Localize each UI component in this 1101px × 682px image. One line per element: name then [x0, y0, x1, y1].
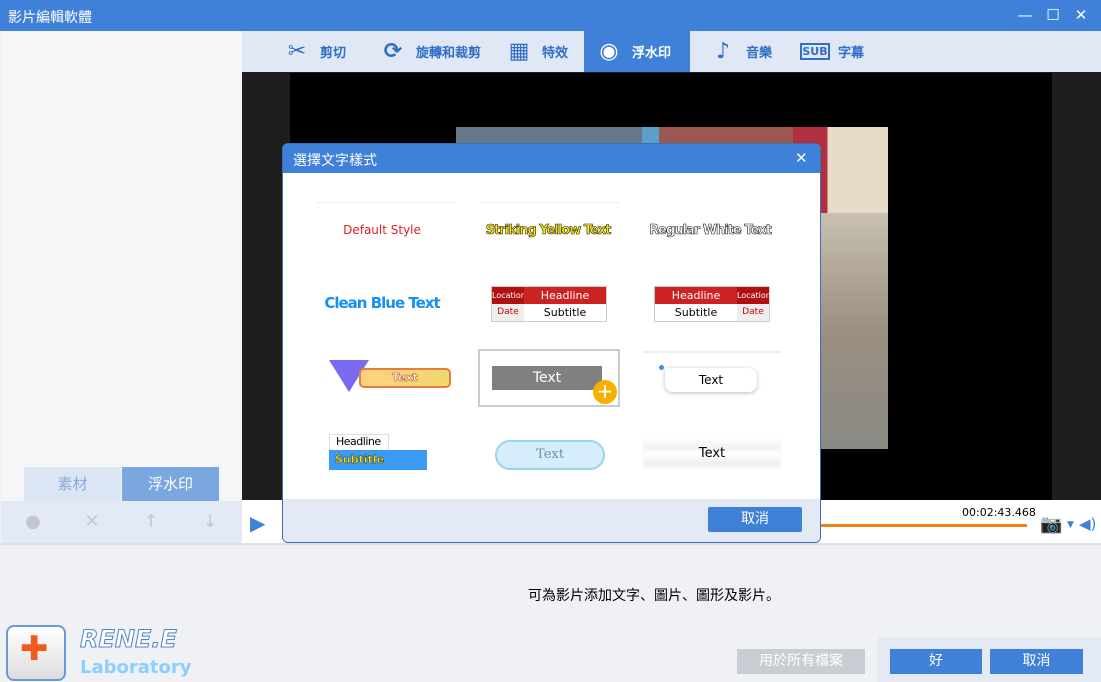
tab-music[interactable]: ♪ 音樂: [698, 31, 782, 72]
dialog-cancel-button[interactable]: 取消: [708, 507, 802, 532]
scissors-icon: ✂: [287, 39, 307, 64]
style-label: Clean Blue Text: [324, 294, 440, 312]
watermark-icon: ◉: [599, 39, 619, 64]
style-news-left[interactable]: Location Headline Date Subtitle: [491, 286, 607, 322]
tab-watermark[interactable]: ◉ 浮水印: [584, 31, 690, 72]
logo-icon: ✚: [6, 625, 66, 681]
subtitle-label: Subtitle: [543, 306, 587, 319]
style-lower-third[interactable]: Headline Subtitle: [329, 434, 427, 470]
text-style-dialog: 選擇文字樣式 ✕ Default Style Striking Yellow T…: [282, 143, 821, 543]
bottom-panel: 可為影片添加文字、圖片、圖形及影片。 ✚ RENE.E Laboratory 用…: [0, 543, 1101, 682]
rotate-crop-icon: ⟳: [383, 39, 403, 64]
date-label: Date: [737, 304, 769, 321]
tab-watermark[interactable]: 浮水印: [122, 467, 219, 501]
tab-label: 特效: [542, 46, 569, 61]
time-display: 00:02:43.468: [962, 506, 1036, 519]
subtitle-label: Subtitle: [674, 306, 718, 319]
tab-effects[interactable]: ▦ 特效: [494, 31, 578, 72]
style-brush[interactable]: Text: [643, 438, 781, 470]
style-label: Text: [492, 366, 602, 390]
tab-label: 剪切: [320, 46, 347, 61]
chevron-down-icon[interactable]: ▼: [1067, 520, 1074, 530]
ok-button[interactable]: 好: [890, 649, 982, 674]
move-up-icon[interactable]: ↑: [139, 511, 163, 532]
location-label: Location: [737, 287, 771, 304]
dialog-header: 選擇文字樣式 ✕: [283, 144, 820, 173]
left-panel: 素材 浮水印 ● ✕ ↑ ↓: [1, 31, 242, 543]
volume-icon[interactable]: ◀): [1079, 515, 1096, 533]
style-regular-white[interactable]: Regular White Text: [640, 205, 780, 255]
title-bar: 影片編輯軟體 — ☐ ✕: [0, 0, 1101, 31]
location-label: Location: [492, 287, 526, 304]
tab-subtitle[interactable]: SUB 字幕: [790, 31, 874, 72]
music-note-icon: ♪: [715, 39, 731, 64]
style-bone[interactable]: Text: [495, 440, 605, 470]
tab-cut[interactable]: ✂ 剪切: [272, 31, 356, 72]
style-clean-blue[interactable]: Clean Blue Text: [312, 278, 452, 328]
effects-icon: ▦: [508, 39, 530, 64]
headline-label: Headline: [329, 434, 389, 450]
divider: [317, 202, 455, 203]
style-label: Default Style: [343, 223, 421, 237]
dot-icon: [659, 365, 664, 370]
tab-label: 旋轉和裁剪: [416, 46, 482, 61]
dialog-close-icon[interactable]: ✕: [795, 149, 808, 167]
camera-icon[interactable]: 📷: [1040, 514, 1062, 535]
style-banner[interactable]: Text: [329, 360, 453, 392]
divider: [481, 202, 619, 203]
style-default[interactable]: Default Style: [312, 205, 452, 255]
headline-label: Headline: [655, 287, 737, 304]
tab-materials[interactable]: 素材: [24, 467, 121, 501]
plus-cross-icon: ✚: [20, 629, 49, 669]
logo-sub: Laboratory: [80, 657, 192, 678]
delete-icon[interactable]: ✕: [80, 511, 104, 532]
apply-all-button[interactable]: 用於所有檔案: [737, 649, 865, 674]
subtitle-label: Subtitle: [329, 450, 427, 470]
minimize-button[interactable]: —: [1013, 4, 1037, 26]
style-label: Regular White Text: [649, 222, 772, 238]
style-bubble[interactable]: Text: [665, 368, 757, 392]
logo-name: RENE.E: [80, 625, 178, 654]
play-icon[interactable]: ▶: [250, 511, 265, 535]
progress-bar[interactable]: [817, 524, 1027, 527]
top-toolbar: ✂ 剪切 ⟳ 旋轉和裁剪 ▦ 特效 ◉ 浮水印 ♪ 音樂 SUB 字幕: [242, 31, 1101, 72]
hint-text: 可為影片添加文字、圖片、圖形及影片。: [528, 588, 780, 604]
window-title: 影片編輯軟體: [8, 10, 92, 26]
cancel-button[interactable]: 取消: [990, 649, 1083, 674]
move-down-icon[interactable]: ↓: [198, 511, 222, 532]
divider: [643, 351, 781, 353]
add-icon[interactable]: +: [593, 380, 617, 404]
tab-label: 浮水印: [632, 46, 672, 61]
dialog-footer: 取消: [283, 499, 820, 542]
date-label: Date: [492, 304, 524, 321]
style-label: Text: [359, 368, 451, 388]
tab-label: 音樂: [746, 46, 773, 61]
style-striking-yellow[interactable]: Striking Yellow Text: [478, 205, 618, 255]
headline-label: Headline: [524, 287, 606, 304]
tab-rotate-crop[interactable]: ⟳ 旋轉和裁剪: [368, 31, 491, 72]
style-gray-box-selected[interactable]: Text +: [478, 349, 620, 407]
tab-label: 字幕: [838, 46, 865, 61]
style-label: Striking Yellow Text: [485, 222, 611, 238]
lock-icon[interactable]: ●: [21, 511, 45, 532]
dialog-title: 選擇文字樣式: [293, 153, 377, 169]
left-toolbar: ● ✕ ↑ ↓: [1, 501, 242, 543]
maximize-button[interactable]: ☐: [1041, 4, 1065, 26]
style-news-right[interactable]: Headline Location Subtitle Date: [654, 286, 771, 322]
subtitle-icon: SUB: [800, 43, 830, 60]
close-button[interactable]: ✕: [1069, 4, 1093, 26]
